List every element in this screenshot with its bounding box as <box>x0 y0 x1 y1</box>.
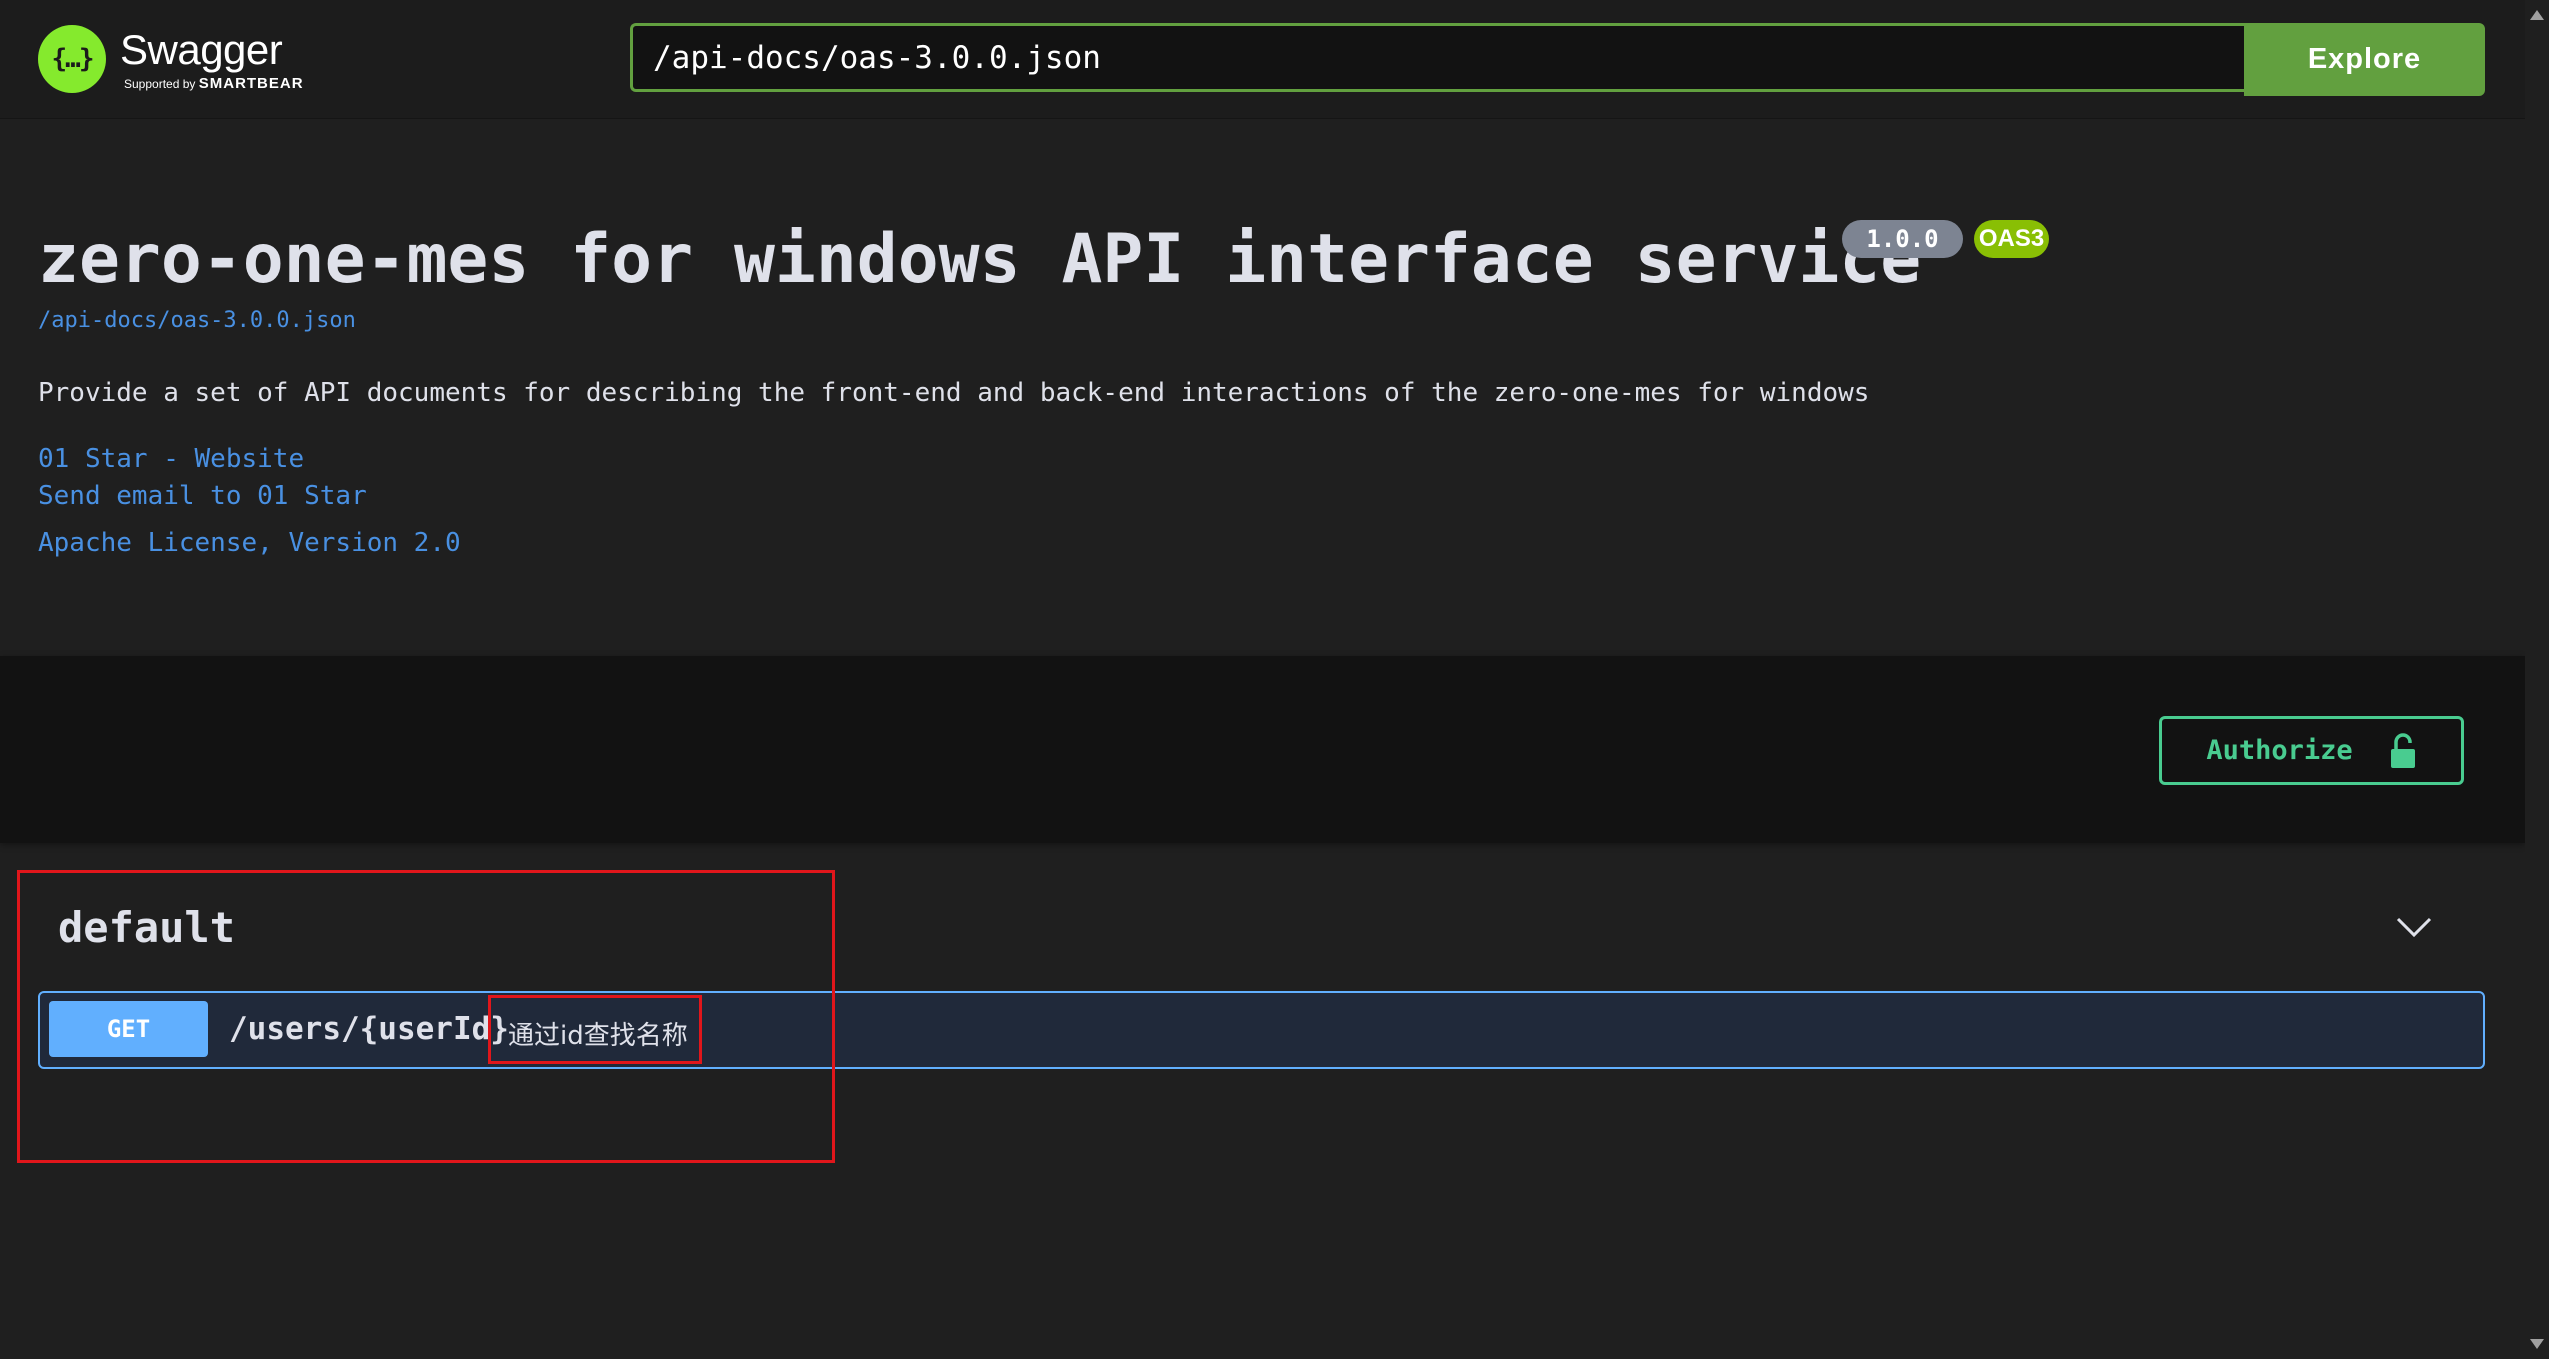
scheme-container <box>0 656 2525 843</box>
license-link[interactable]: Apache License, Version 2.0 <box>38 528 461 558</box>
operation-summary: 通过id查找名称 <box>508 1021 688 1051</box>
top-bar: {…} Swagger Supported by SMARTBEAR Explo… <box>0 0 2525 119</box>
scroll-down-icon[interactable] <box>2530 1339 2544 1349</box>
authorize-button[interactable]: Authorize <box>2159 716 2464 785</box>
api-description: Provide a set of API documents for descr… <box>38 378 1870 408</box>
method-get-badge: GET <box>49 1001 208 1057</box>
swagger-logo-icon: {…} <box>38 25 106 93</box>
tag-default-title[interactable]: default <box>58 903 235 952</box>
logo-subtitle: Supported by SMARTBEAR <box>124 75 304 92</box>
oas-badge: OAS3 <box>1974 220 2049 258</box>
logo-text: Swagger Supported by SMARTBEAR <box>120 25 304 92</box>
authorize-label: Authorize <box>2206 735 2353 766</box>
vertical-scrollbar[interactable] <box>2525 0 2549 1359</box>
logo-company: SMARTBEAR <box>198 74 304 92</box>
explore-button[interactable]: Explore <box>2244 23 2485 96</box>
logo-supported-by: Supported by <box>124 76 196 91</box>
spec-link[interactable]: /api-docs/oas-3.0.0.json <box>38 308 356 333</box>
swagger-logo[interactable]: {…} Swagger Supported by SMARTBEAR <box>38 20 304 98</box>
scroll-up-icon[interactable] <box>2530 10 2544 20</box>
spec-url-input[interactable] <box>630 23 2244 92</box>
unlock-icon <box>2390 732 2415 768</box>
operation-get-users-userid[interactable]: GET /users/{userId} 通过id查找名称 <box>38 991 2485 1069</box>
logo-name: Swagger <box>120 25 283 73</box>
operation-path: /users/{userId} <box>229 1011 509 1047</box>
contact-email-link[interactable]: Send email to 01 Star <box>38 481 367 511</box>
page-title: zero-one-mes for windows API interface s… <box>38 220 1922 299</box>
version-badge: 1.0.0 <box>1842 220 1963 258</box>
contact-website-link[interactable]: 01 Star - Website <box>38 444 304 474</box>
chevron-down-icon[interactable] <box>2396 916 2432 938</box>
